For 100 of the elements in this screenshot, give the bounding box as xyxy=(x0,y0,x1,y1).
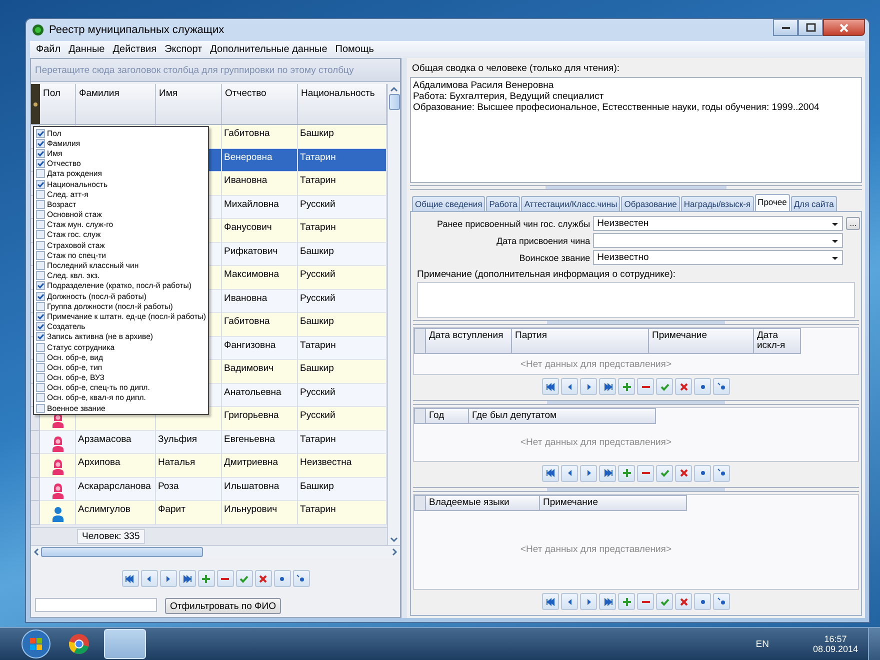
cancel-button[interactable] xyxy=(254,570,272,587)
next-button[interactable] xyxy=(160,570,176,587)
save-button[interactable] xyxy=(236,570,252,587)
vertical-scrollbar[interactable] xyxy=(387,84,400,545)
tab[interactable]: Аттестации/Класс.чины xyxy=(521,196,620,211)
column-header[interactable]: Отчество xyxy=(222,84,298,124)
previous-button[interactable] xyxy=(561,378,578,396)
language-indicator[interactable]: EN xyxy=(756,638,769,650)
marked-button[interactable] xyxy=(292,570,310,587)
first-button[interactable] xyxy=(122,570,138,587)
scrollbar-thumb[interactable] xyxy=(388,94,400,110)
column-header[interactable]: Дата искл-я xyxy=(754,328,801,354)
menu-item[interactable]: Экспорт xyxy=(160,44,206,55)
menu-item[interactable]: Дополнительные данные xyxy=(206,44,332,55)
checkbox[interactable] xyxy=(36,128,45,138)
checkbox[interactable] xyxy=(36,250,45,260)
marked-button[interactable] xyxy=(713,593,730,610)
checkbox[interactable] xyxy=(36,138,45,148)
checkbox[interactable] xyxy=(36,332,45,342)
cancel-button[interactable] xyxy=(675,593,692,610)
tab[interactable]: Общие сведения xyxy=(412,196,486,211)
marker-button[interactable] xyxy=(274,570,290,587)
checkbox[interactable] xyxy=(36,302,45,311)
delete-button[interactable] xyxy=(216,570,234,587)
column-header[interactable]: Фамилия xyxy=(76,84,156,124)
cancel-button[interactable] xyxy=(675,464,692,482)
marker-button[interactable] xyxy=(694,464,711,482)
marker-button[interactable] xyxy=(694,593,711,610)
last-button[interactable] xyxy=(599,593,616,610)
last-button[interactable] xyxy=(599,464,616,482)
column-header[interactable]: Дата вступления xyxy=(426,328,512,354)
menu-item[interactable]: Данные xyxy=(64,44,109,55)
checkbox[interactable] xyxy=(36,148,45,158)
checkbox[interactable] xyxy=(36,180,45,189)
minimize-button[interactable] xyxy=(773,19,798,36)
column-header[interactable]: Пол xyxy=(40,84,76,124)
column-header[interactable]: Где был депутатом xyxy=(469,408,656,424)
checkbox[interactable] xyxy=(36,352,45,362)
menu-item[interactable]: Файл xyxy=(32,44,65,55)
tab[interactable]: Для сайта xyxy=(790,196,837,211)
checkbox[interactable] xyxy=(36,393,45,402)
delete-button[interactable] xyxy=(637,378,654,396)
delete-button[interactable] xyxy=(637,593,654,610)
previous-button[interactable] xyxy=(561,464,578,482)
tab[interactable]: Награды/взыск-я xyxy=(680,196,754,211)
menu-item[interactable]: Действия xyxy=(108,44,161,55)
tab[interactable]: Образование xyxy=(621,196,680,211)
column-header[interactable]: Имя xyxy=(156,84,222,124)
column-header[interactable]: Примечание xyxy=(649,328,754,354)
checkbox[interactable] xyxy=(36,261,45,270)
table-row[interactable]: Арзамасова Зульфия Евгеньевна Татарин xyxy=(31,430,387,454)
add-button[interactable] xyxy=(618,464,635,482)
column-header[interactable]: Владеемые языки xyxy=(426,494,540,511)
add-button[interactable] xyxy=(618,378,635,396)
checkbox[interactable] xyxy=(36,312,45,321)
checkbox[interactable] xyxy=(36,240,45,250)
splitter-handle[interactable] xyxy=(410,185,862,190)
checkbox[interactable] xyxy=(36,230,45,240)
table-row[interactable]: Архипова Наталья Дмитриевна Неизвестна xyxy=(31,454,387,478)
save-button[interactable] xyxy=(656,593,673,610)
next-button[interactable] xyxy=(580,378,597,396)
first-button[interactable] xyxy=(542,464,559,482)
next-button[interactable] xyxy=(580,593,597,610)
save-button[interactable] xyxy=(656,378,673,396)
tab[interactable]: Прочее xyxy=(754,194,790,211)
column-chooser-button[interactable] xyxy=(31,84,40,124)
table-row[interactable]: Аслимгулов Фарит Ильнурович Татарин xyxy=(31,501,387,524)
maximize-button[interactable] xyxy=(798,19,823,36)
last-button[interactable] xyxy=(178,570,196,587)
close-button[interactable] xyxy=(823,19,865,36)
filter-input[interactable] xyxy=(35,598,157,612)
checkbox[interactable] xyxy=(36,200,45,209)
last-button[interactable] xyxy=(599,378,616,396)
checkbox[interactable] xyxy=(36,190,45,199)
splitter-handle[interactable] xyxy=(413,400,859,406)
checkbox[interactable] xyxy=(36,342,45,352)
browse-button[interactable]: ... xyxy=(846,217,860,230)
table-row[interactable]: Аскарарсланова Роза Ильшатовна Башкир xyxy=(31,478,387,501)
add-button[interactable] xyxy=(618,593,635,610)
splitter-handle[interactable] xyxy=(413,320,859,325)
checkbox[interactable] xyxy=(36,281,45,290)
previous-button[interactable] xyxy=(140,570,158,587)
note-field[interactable] xyxy=(417,282,855,318)
checkbox[interactable] xyxy=(36,383,45,392)
delete-button[interactable] xyxy=(637,464,654,482)
previous-button[interactable] xyxy=(561,593,578,610)
filter-button[interactable]: Отфильтровать по ФИО xyxy=(165,598,281,614)
dropdown-field[interactable]: Неизвестно xyxy=(593,250,844,265)
menu-item[interactable]: Помощь xyxy=(331,44,378,55)
tab[interactable]: Работа xyxy=(486,196,520,211)
column-header[interactable]: Партия xyxy=(512,328,649,354)
marker-button[interactable] xyxy=(694,378,711,396)
checkbox[interactable] xyxy=(36,404,45,413)
first-button[interactable] xyxy=(542,593,559,610)
add-button[interactable] xyxy=(198,570,214,587)
scrollbar-thumb[interactable] xyxy=(41,546,203,556)
cancel-button[interactable] xyxy=(675,378,692,396)
dropdown-field[interactable]: Неизвестен xyxy=(593,216,844,231)
checkbox[interactable] xyxy=(36,271,45,280)
checkbox[interactable] xyxy=(36,322,45,332)
